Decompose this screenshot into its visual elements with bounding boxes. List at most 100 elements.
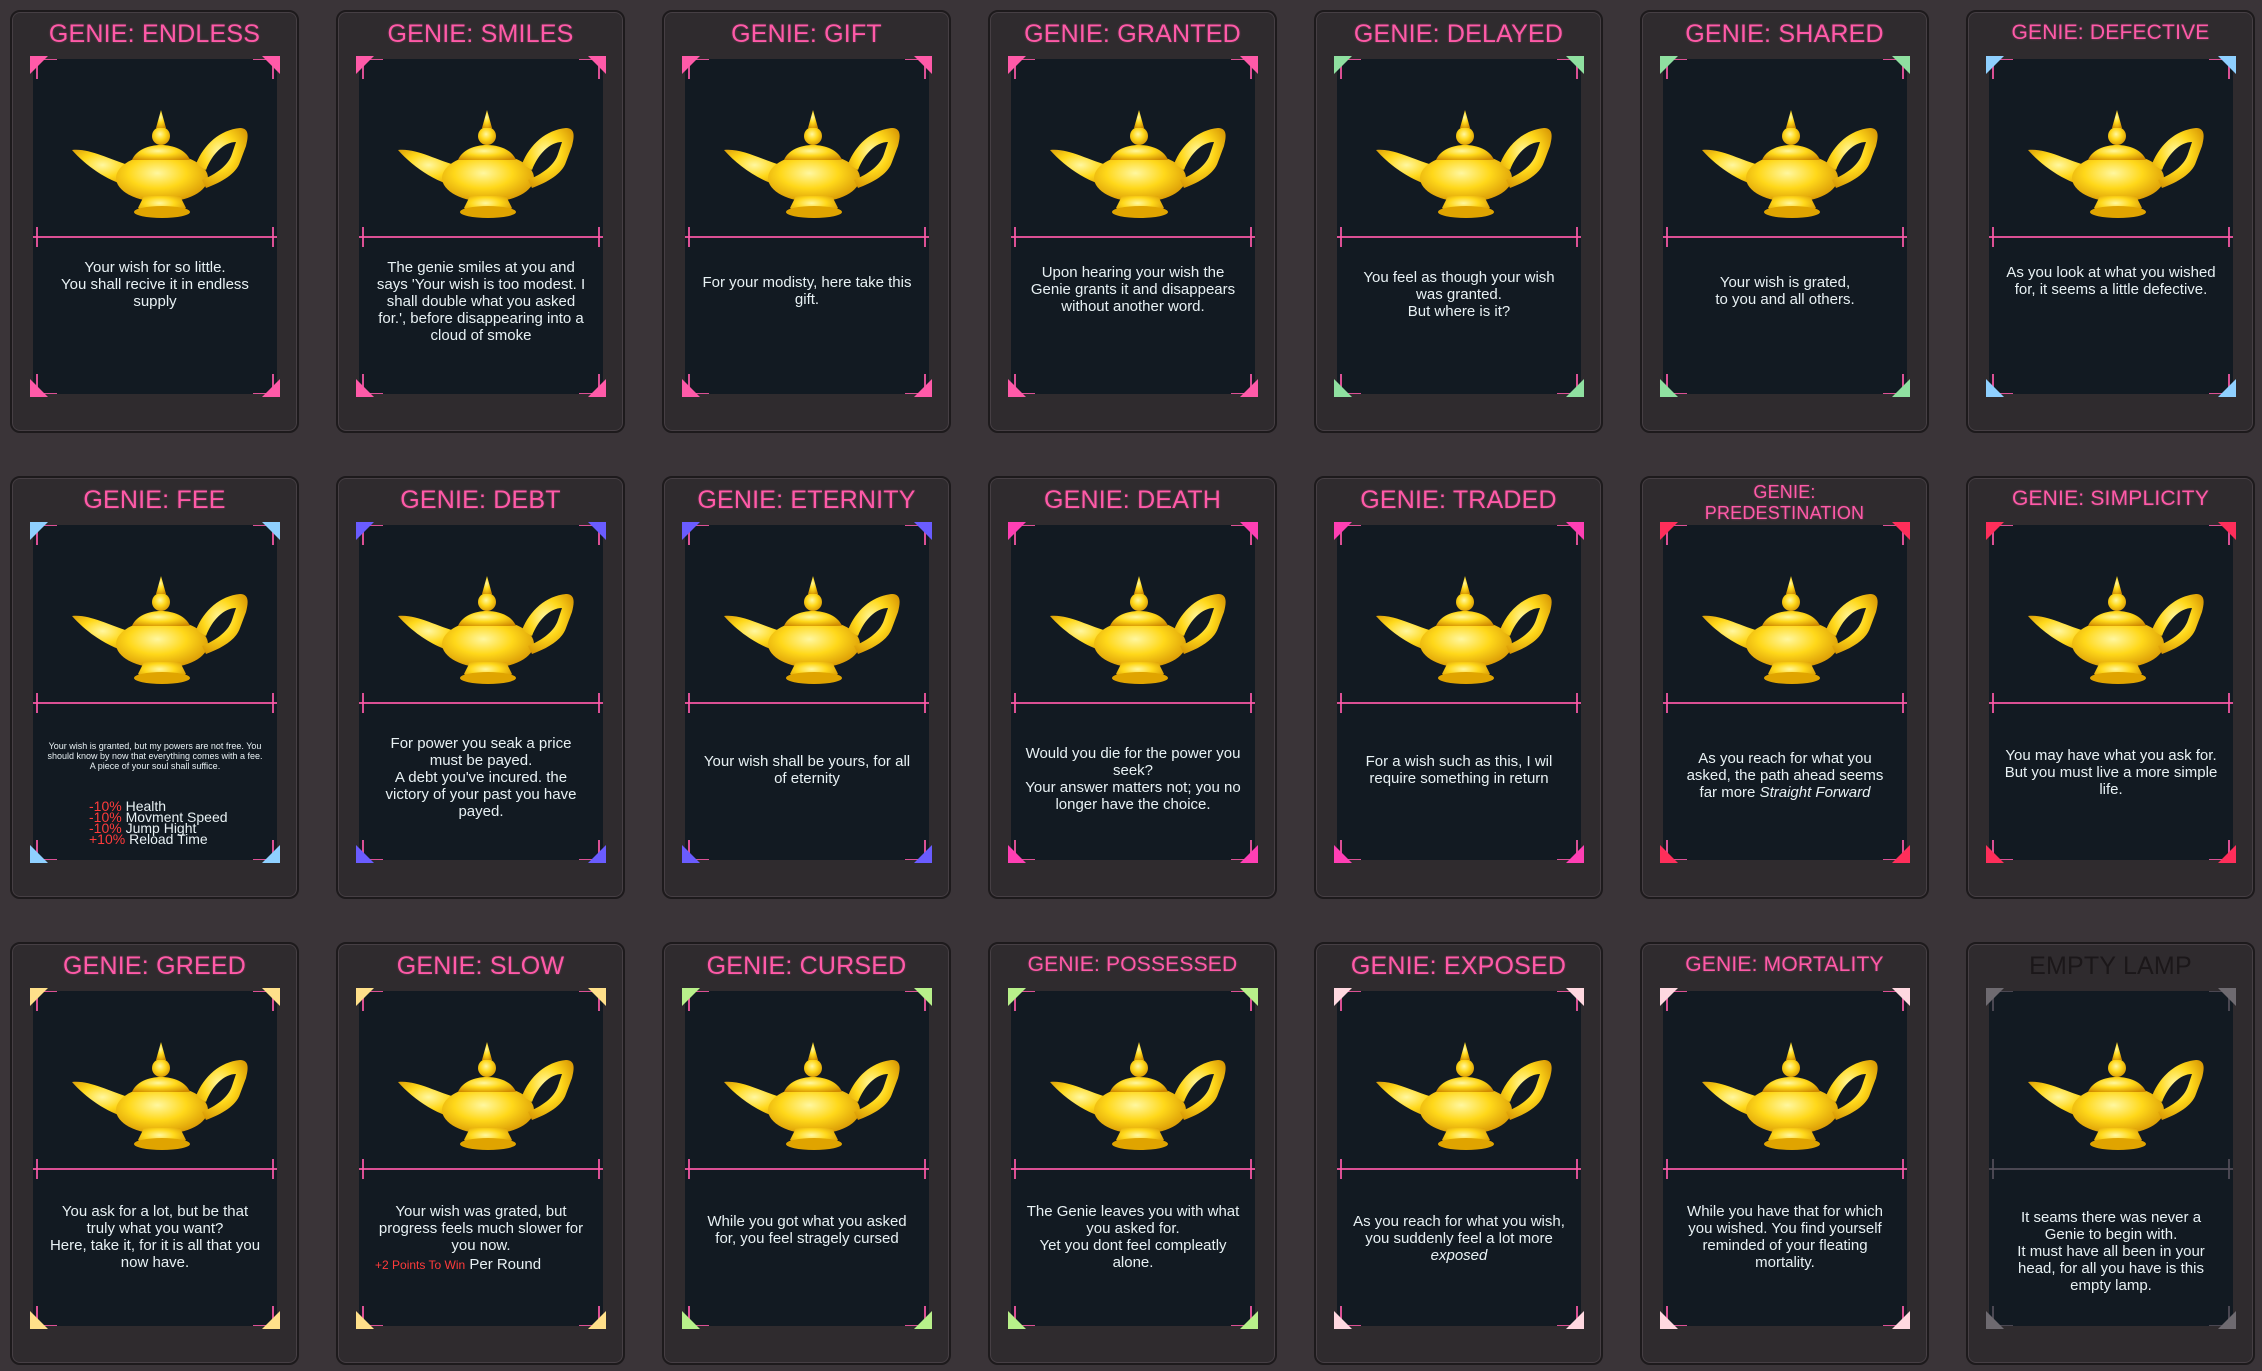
corner-gem-icon bbox=[1334, 988, 1352, 1006]
card-description: As you reach for what you asked, the pat… bbox=[1677, 750, 1893, 801]
corner-gem-icon bbox=[356, 845, 374, 863]
corner-gem-icon bbox=[262, 56, 280, 74]
corner-gem-icon bbox=[1660, 56, 1678, 74]
corner-gem-icon bbox=[588, 1311, 606, 1329]
corner-gem-icon bbox=[1008, 845, 1026, 863]
card-description: While you got what you asked for, you fe… bbox=[699, 1213, 915, 1247]
genie-card[interactable]: GENIE: TRADED For a wish such as this, I … bbox=[1314, 476, 1603, 899]
card-title: GENIE: GREED bbox=[63, 952, 246, 980]
card-panel: Your wish is grated, to you and all othe… bbox=[1660, 56, 1910, 397]
genie-card[interactable]: GENIE: DEBT For power you seak a price mu… bbox=[336, 476, 625, 899]
corner-gem-icon bbox=[1660, 379, 1678, 397]
card-description-text: Your wish for so little. You shall reciv… bbox=[61, 259, 249, 310]
magic-lamp-icon bbox=[2026, 104, 2206, 222]
corner-gem-icon bbox=[914, 56, 932, 74]
card-description: Your wish is grated, to you and all othe… bbox=[1677, 274, 1893, 308]
corner-gem-icon bbox=[1986, 845, 2004, 863]
corner-gem-icon bbox=[1334, 56, 1352, 74]
genie-card[interactable]: GENIE: SIMPLICITY You may have what you a… bbox=[1966, 476, 2255, 899]
card-title: GENIE: DEFECTIVE bbox=[2011, 21, 2210, 44]
genie-card[interactable]: GENIE: SMILES The genie smiles at you and… bbox=[336, 10, 625, 433]
magic-lamp-icon bbox=[1700, 104, 1880, 222]
genie-card[interactable]: GENIE: GIFT For your modisty, here take t… bbox=[662, 10, 951, 433]
magic-lamp-icon bbox=[1374, 104, 1554, 222]
corner-gem-icon bbox=[1566, 845, 1584, 863]
genie-card[interactable]: GENIE: POSSESSED The Genie leaves you wit… bbox=[988, 942, 1277, 1365]
corner-gem-icon bbox=[914, 845, 932, 863]
card-description-text: You may have what you ask for. But you m… bbox=[2004, 747, 2218, 798]
corner-gem-icon bbox=[682, 379, 700, 397]
card-description-text: Would you die for the power you seek? Yo… bbox=[1025, 745, 1241, 813]
corner-gem-icon bbox=[1008, 1311, 1026, 1329]
magic-lamp-icon bbox=[1374, 1036, 1554, 1154]
corner-gem-icon bbox=[1566, 379, 1584, 397]
genie-card[interactable]: GENIE: FEE Your wish is granted, but my p… bbox=[10, 476, 299, 899]
card-description-text: For a wish such as this, I wil require s… bbox=[1365, 753, 1553, 787]
corner-gem-icon bbox=[1334, 845, 1352, 863]
card-title: GENIE: EXPOSED bbox=[1350, 952, 1567, 980]
corner-gem-icon bbox=[1008, 988, 1026, 1006]
corner-gem-icon bbox=[682, 988, 700, 1006]
genie-card[interactable]: GENIE: GREED You ask for a lot, but be th… bbox=[10, 942, 299, 1365]
genie-card[interactable]: GENIE: ETERNITY Your wish shall be yours,… bbox=[662, 476, 951, 899]
corner-gem-icon bbox=[1660, 988, 1678, 1006]
genie-card[interactable]: GENIE: CURSED While you got what you aske… bbox=[662, 942, 951, 1365]
magic-lamp-icon bbox=[1374, 570, 1554, 688]
corner-gem-icon bbox=[1892, 845, 1910, 863]
corner-gem-icon bbox=[914, 988, 932, 1006]
genie-card[interactable]: GENIE: MORTALITY While you have that for … bbox=[1640, 942, 1929, 1365]
corner-gem-icon bbox=[1008, 522, 1026, 540]
corner-gem-icon bbox=[588, 56, 606, 74]
card-description: While you have that for which you wished… bbox=[1677, 1203, 1893, 1271]
corner-gem-icon bbox=[262, 522, 280, 540]
card-description-text: For power you seak a price must be payed… bbox=[385, 735, 577, 820]
card-title: GENIE: SIMPLICITY bbox=[2011, 487, 2210, 510]
card-description: Your wish shall be yours, for all of ete… bbox=[699, 753, 915, 787]
card-description-text: While you got what you asked for, you fe… bbox=[707, 1213, 907, 1247]
corner-gem-icon bbox=[588, 522, 606, 540]
genie-card[interactable]: GENIE: SHARED Your wish is grated, to you… bbox=[1640, 10, 1929, 433]
card-panel: As you reach for what you asked, the pat… bbox=[1660, 522, 1910, 863]
corner-gem-icon bbox=[588, 379, 606, 397]
card-panel: It seams there was never a Genie to begi… bbox=[1986, 988, 2236, 1329]
corner-gem-icon bbox=[1240, 1311, 1258, 1329]
corner-gem-icon bbox=[262, 379, 280, 397]
card-description: You ask for a lot, but be that truly wha… bbox=[47, 1203, 263, 1271]
magic-lamp-icon bbox=[1700, 1036, 1880, 1154]
corner-gem-icon bbox=[1986, 1311, 2004, 1329]
genie-card[interactable]: GENIE: DELAYED You feel as though your wi… bbox=[1314, 10, 1603, 433]
card-description-text: While you have that for which you wished… bbox=[1687, 1203, 1883, 1271]
genie-card[interactable]: GENIE: DEATH Would you die for the power … bbox=[988, 476, 1277, 899]
genie-card[interactable]: EMPTY LAMP It seams there was never a Gen… bbox=[1966, 942, 2255, 1365]
genie-card[interactable]: GENIE: GRANTED Upon hearing your wish the… bbox=[988, 10, 1277, 433]
corner-gem-icon bbox=[2218, 522, 2236, 540]
card-panel: As you look at what you wished for, it s… bbox=[1986, 56, 2236, 397]
genie-card[interactable]: GENIE: PREDESTINATION As you reach for wh… bbox=[1640, 476, 1929, 899]
corner-gem-icon bbox=[1660, 522, 1678, 540]
genie-card[interactable]: GENIE: ENDLESS Your wish for so little. Y… bbox=[10, 10, 299, 433]
card-panel: The genie smiles at you and says 'Your w… bbox=[356, 56, 606, 397]
magic-lamp-icon bbox=[722, 570, 902, 688]
corner-gem-icon bbox=[1566, 1311, 1584, 1329]
card-description: Your wish for so little. You shall reciv… bbox=[47, 259, 263, 310]
card-panel: Your wish is granted, but my powers are … bbox=[30, 522, 280, 863]
corner-gem-icon bbox=[2218, 1311, 2236, 1329]
card-description-text: You ask for a lot, but be that truly wha… bbox=[49, 1203, 261, 1271]
card-description-text: For your modisty, here take this gift. bbox=[702, 274, 912, 308]
genie-card[interactable]: GENIE: EXPOSED As you reach for what you … bbox=[1314, 942, 1603, 1365]
card-panel: For your modisty, here take this gift. bbox=[682, 56, 932, 397]
corner-gem-icon bbox=[682, 845, 700, 863]
card-title: GENIE: SMILES bbox=[387, 20, 574, 48]
card-description: Would you die for the power you seek? Yo… bbox=[1025, 745, 1241, 813]
magic-lamp-icon bbox=[1700, 570, 1880, 688]
card-title: GENIE: MORTALITY bbox=[1685, 953, 1884, 976]
genie-card[interactable]: GENIE: SLOW Your wish was grated, but pro… bbox=[336, 942, 625, 1365]
card-panel: Your wish for so little. You shall reciv… bbox=[30, 56, 280, 397]
corner-gem-icon bbox=[356, 56, 374, 74]
card-description: It seams there was never a Genie to begi… bbox=[2003, 1209, 2219, 1294]
magic-lamp-icon bbox=[70, 570, 250, 688]
card-panel: For power you seak a price must be payed… bbox=[356, 522, 606, 863]
card-panel: Your wish was grated, but progress feels… bbox=[356, 988, 606, 1329]
genie-card[interactable]: GENIE: DEFECTIVE As you look at what you … bbox=[1966, 10, 2255, 433]
corner-gem-icon bbox=[356, 988, 374, 1006]
